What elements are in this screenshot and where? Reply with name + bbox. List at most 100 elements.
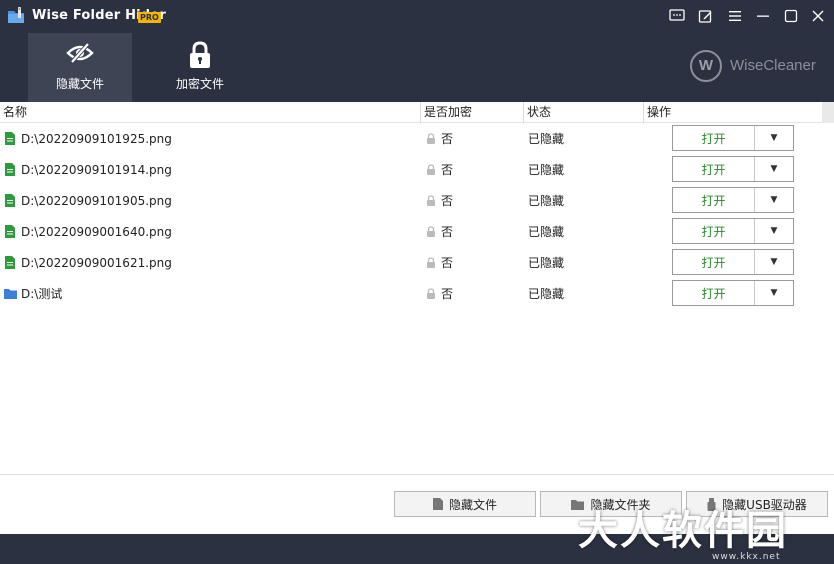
chevron-down-icon[interactable]: ▼ [755, 188, 793, 212]
file-icon [5, 225, 15, 238]
open-button[interactable]: 打开 [673, 250, 755, 274]
name-cell: D:\20220909101905.png [5, 185, 172, 216]
lock-icon [427, 288, 435, 299]
feedback-button[interactable] [667, 6, 687, 26]
open-button[interactable]: 打开 [673, 157, 755, 181]
file-icon [5, 132, 15, 145]
eye-slash-icon [66, 42, 94, 64]
open-split-button: 打开 ▼ [672, 249, 794, 275]
file-icon [5, 194, 15, 207]
footer-divider [0, 474, 834, 475]
open-split-button: 打开 ▼ [672, 218, 794, 244]
table-row[interactable]: D:\20220909001640.png 否 已隐藏 打开 ▼ [0, 216, 822, 247]
encrypted-cell: 否 [426, 216, 453, 247]
chevron-down-icon[interactable]: ▼ [755, 126, 793, 150]
chevron-down-icon[interactable]: ▼ [755, 219, 793, 243]
encrypted-value: 否 [441, 225, 454, 239]
scrollbar-corner [822, 102, 834, 123]
open-split-button: 打开 ▼ [672, 125, 794, 151]
name-cell: D:\20220909001640.png [5, 216, 172, 247]
watermark-url: www.kkx.net [712, 552, 781, 562]
tab-hide-files[interactable]: 隐藏文件 [28, 33, 132, 102]
encrypted-cell: 否 [426, 185, 453, 216]
column-encrypted[interactable]: 是否加密 [421, 102, 524, 123]
maximize-icon [784, 9, 798, 23]
file-name: D:\20220909001621.png [21, 255, 172, 270]
name-cell: D:\20220909101914.png [5, 154, 172, 185]
pro-badge: PRO [138, 12, 161, 23]
encrypted-value: 否 [441, 194, 454, 208]
file-name: D:\20220909101905.png [21, 193, 172, 208]
lock-icon [427, 257, 435, 268]
column-action[interactable]: 操作 [644, 102, 822, 123]
encrypted-cell: 否 [426, 278, 453, 309]
status-cell: 已隐藏 [528, 194, 565, 208]
hide-files-button[interactable]: 隐藏文件 [394, 491, 536, 517]
table-header: 名称 是否加密 状态 操作 [0, 102, 834, 123]
maximize-button[interactable] [781, 6, 801, 26]
title-bar[interactable]: Wise Folder Hider PRO [0, 0, 834, 32]
edit-button[interactable] [695, 6, 715, 26]
name-cell: D:\20220909001621.png [5, 247, 172, 278]
file-icon [5, 163, 15, 176]
file-icon [432, 498, 443, 510]
lock-icon [427, 133, 435, 144]
encrypted-value: 否 [441, 163, 454, 177]
encrypted-value: 否 [441, 256, 454, 270]
app-header: Wise Folder Hider PRO 隐藏文件 加密文件 W WiseCl… [0, 0, 834, 102]
table-row[interactable]: D:\20220909101925.png 否 已隐藏 打开 ▼ [0, 123, 822, 154]
open-button[interactable]: 打开 [673, 188, 755, 212]
column-status[interactable]: 状态 [524, 102, 644, 123]
table-row[interactable]: D:\测试 否 已隐藏 打开 ▼ [0, 278, 822, 309]
chevron-down-icon[interactable]: ▼ [755, 281, 793, 305]
table-row[interactable]: D:\20220909101914.png 否 已隐藏 打开 ▼ [0, 154, 822, 185]
wisecleaner-logo-icon: W [690, 50, 722, 82]
menu-icon [729, 11, 741, 21]
status-cell: 已隐藏 [528, 256, 565, 270]
status-cell: 已隐藏 [528, 132, 565, 146]
wisecleaner-text: WiseCleaner [730, 57, 816, 74]
encrypted-cell: 否 [426, 123, 453, 154]
close-icon [812, 10, 824, 22]
column-name[interactable]: 名称 [0, 102, 421, 123]
minimize-button[interactable] [753, 6, 773, 26]
close-button[interactable] [808, 6, 828, 26]
open-button[interactable]: 打开 [673, 281, 755, 305]
feedback-icon [669, 9, 685, 21]
folder-icon [4, 289, 17, 299]
encrypted-value: 否 [441, 287, 454, 301]
edit-icon [698, 9, 711, 23]
status-cell: 已隐藏 [528, 163, 565, 177]
chevron-down-icon[interactable]: ▼ [755, 250, 793, 274]
file-icon [5, 256, 15, 269]
open-split-button: 打开 ▼ [672, 280, 794, 306]
open-split-button: 打开 ▼ [672, 187, 794, 213]
open-split-button: 打开 ▼ [672, 156, 794, 182]
tab-encrypt-files-label: 加密文件 [175, 77, 224, 91]
open-button[interactable]: 打开 [673, 219, 755, 243]
name-cell: D:\测试 [4, 278, 62, 309]
table-row[interactable]: D:\20220909001621.png 否 已隐藏 打开 ▼ [0, 247, 822, 278]
file-name: D:\20220909001640.png [21, 224, 172, 239]
file-name: D:\测试 [21, 287, 63, 301]
tab-hide-files-label: 隐藏文件 [55, 77, 104, 91]
encrypted-cell: 否 [426, 154, 453, 185]
watermark-text: 大人软件园 [578, 508, 788, 554]
encrypted-value: 否 [441, 132, 454, 146]
file-name: D:\20220909101914.png [21, 162, 172, 177]
app-logo-icon [8, 7, 24, 23]
file-name: D:\20220909101925.png [21, 131, 172, 146]
hide-files-label: 隐藏文件 [448, 497, 497, 512]
status-cell: 已隐藏 [528, 287, 565, 301]
table-row[interactable]: D:\20220909101905.png 否 已隐藏 打开 ▼ [0, 185, 822, 216]
lock-icon [427, 226, 435, 237]
menu-button[interactable] [725, 6, 745, 26]
status-cell: 已隐藏 [528, 225, 565, 239]
lock-icon [427, 195, 435, 206]
open-button[interactable]: 打开 [673, 126, 755, 150]
encrypted-cell: 否 [426, 247, 453, 278]
tab-encrypt-files[interactable]: 加密文件 [148, 33, 252, 102]
lock-icon [190, 41, 210, 68]
chevron-down-icon[interactable]: ▼ [755, 157, 793, 181]
name-cell: D:\20220909101925.png [5, 123, 172, 154]
